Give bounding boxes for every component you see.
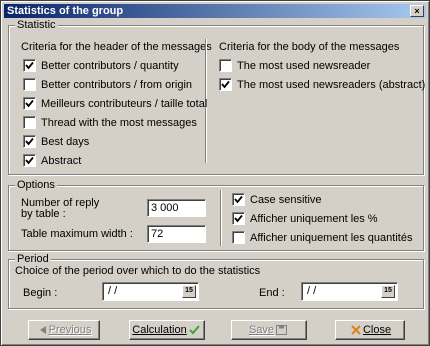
end-calendar-icon[interactable]: 15 <box>381 285 395 298</box>
calculation-button[interactable]: Calculation <box>129 320 205 340</box>
window-close-icon[interactable]: × <box>410 5 424 17</box>
options-separator <box>220 190 222 246</box>
reply-count-input[interactable]: 3 000 <box>147 199 206 217</box>
checkmark-icon <box>25 156 34 165</box>
case-sensitive-label: Case sensitive <box>250 194 322 206</box>
close-button-label: Close <box>362 324 392 336</box>
checkmark-icon <box>188 325 200 335</box>
header-checkbox-1[interactable] <box>23 59 36 72</box>
checkmark-icon <box>234 214 243 223</box>
checkmark-icon <box>25 137 34 146</box>
body-checkbox-1[interactable] <box>219 59 232 72</box>
begin-date-value: / / <box>108 285 118 297</box>
floppy-disk-icon <box>276 325 288 336</box>
arrow-left-icon <box>39 326 46 335</box>
header-checkbox-4[interactable] <box>23 116 36 129</box>
header-checkbox-label-6: Abstract <box>41 155 82 167</box>
checkmark-icon <box>221 80 230 89</box>
calculation-button-label: Calculation <box>132 324 187 336</box>
options-group-title: Options <box>15 179 57 192</box>
period-description: Choice of the period over which to do th… <box>15 265 261 277</box>
body-criteria-title: Criteria for the body of the messages <box>219 41 400 53</box>
header-checkbox-label-3: Meilleurs contributeurs / taille total <box>41 98 208 110</box>
previous-button[interactable]: Previous <box>28 320 100 340</box>
checkmark-icon <box>234 195 243 204</box>
statistic-group-title: Statistic <box>15 19 58 32</box>
checkmark-icon <box>25 61 34 70</box>
begin-label: Begin : <box>23 287 58 299</box>
case-sensitive-checkbox[interactable] <box>232 193 245 206</box>
header-checkbox-label-4: Thread with the most messages <box>41 117 197 129</box>
reply-label-line2: by table : <box>21 208 66 220</box>
close-icon <box>351 325 361 335</box>
statistics-window: Statistics of the group × Statistic Crit… <box>0 0 430 346</box>
header-checkbox-label-5: Best days <box>41 136 90 148</box>
header-checkbox-6[interactable] <box>23 154 36 167</box>
header-checkbox-2[interactable] <box>23 78 36 91</box>
only-percent-checkbox[interactable] <box>232 212 245 225</box>
save-button[interactable]: Save <box>231 320 307 340</box>
body-checkbox-2[interactable] <box>219 78 232 91</box>
begin-calendar-icon[interactable]: 15 <box>182 285 196 298</box>
body-checkbox-label-1: The most used newsreader <box>237 60 371 72</box>
only-quantities-label: Afficher uniquement les quantités <box>250 232 413 244</box>
begin-date-input[interactable]: / / 15 <box>102 282 199 301</box>
previous-button-label: Previous <box>48 324 92 336</box>
only-percent-label: Afficher uniquement les % <box>250 213 378 225</box>
title-bar: Statistics of the group × <box>4 4 426 18</box>
header-checkbox-label-2: Better contributors / from origin <box>41 79 193 91</box>
width-label: Table maximum width : <box>21 228 133 240</box>
header-checkbox-5[interactable] <box>23 135 36 148</box>
table-width-input[interactable]: 72 <box>147 225 206 243</box>
body-checkbox-label-2: The most used newsreaders (abstract) <box>237 79 426 91</box>
close-button[interactable]: Close <box>335 320 405 340</box>
window-title: Statistics of the group <box>7 5 124 17</box>
end-label: End : <box>259 287 285 299</box>
end-date-value: / / <box>307 285 317 297</box>
only-quantities-checkbox[interactable] <box>232 231 245 244</box>
save-button-label: Save <box>248 324 275 336</box>
end-date-input[interactable]: / / 15 <box>301 282 398 301</box>
header-criteria-title: Criteria for the header of the messages <box>21 41 212 53</box>
header-checkbox-3[interactable] <box>23 97 36 110</box>
header-checkbox-label-1: Better contributors / quantity <box>41 60 179 72</box>
checkmark-icon <box>25 99 34 108</box>
